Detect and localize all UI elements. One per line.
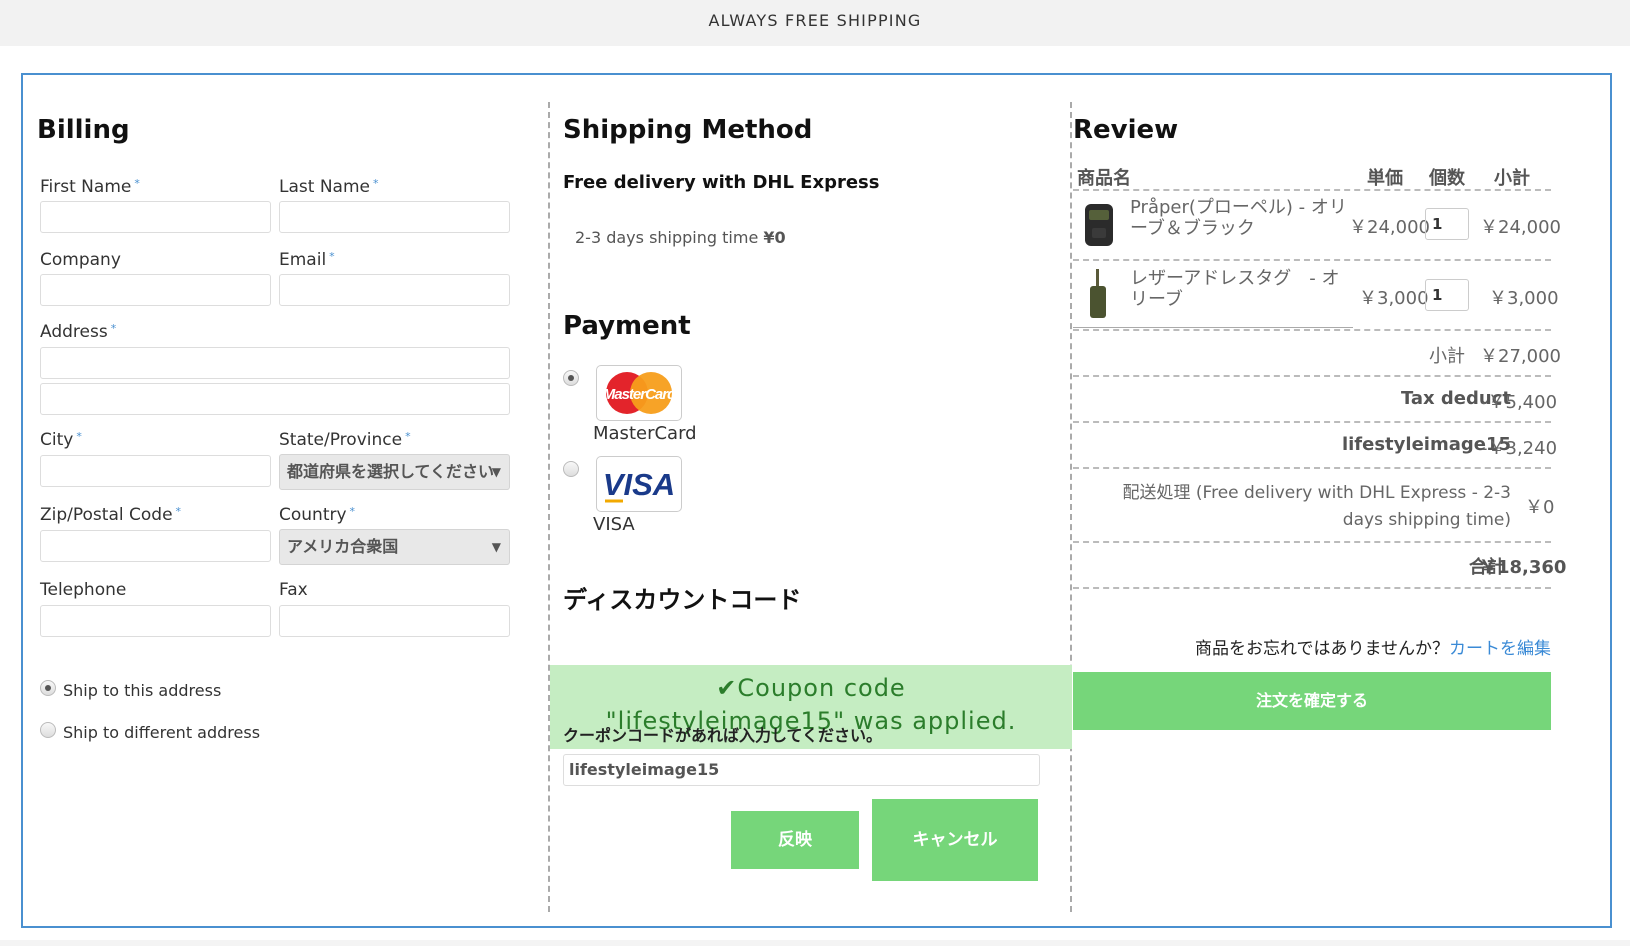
forgot-text: 商品をお忘れではありませんか？	[1195, 639, 1449, 659]
header-unit-price: 単価	[1367, 168, 1403, 189]
line-subtotal: ￥3,000	[1489, 288, 1559, 309]
state-select[interactable]: 都道府県を選択してください ▼	[279, 454, 510, 490]
first-name-input[interactable]	[40, 201, 271, 233]
visa-label: VISA	[593, 514, 635, 535]
quantity-input[interactable]: 1	[1425, 208, 1469, 240]
svg-text:VISA: VISA	[603, 467, 675, 502]
subtotal-label: 小計	[1429, 346, 1465, 367]
first-name-label: First Name *	[40, 177, 140, 197]
quantity-input[interactable]: 1	[1425, 279, 1469, 311]
last-name-input[interactable]	[279, 201, 510, 233]
ship-different-radio[interactable]	[40, 722, 56, 738]
total-value: ￥18,360	[1479, 557, 1567, 578]
country-select[interactable]: アメリカ合衆国 ▼	[279, 529, 510, 565]
backpack-thumbnail	[1085, 204, 1113, 246]
visa-radio[interactable]	[563, 461, 579, 477]
chevron-down-icon: ▼	[491, 465, 501, 479]
edit-cart-link[interactable]: カートを編集	[1449, 639, 1551, 659]
cancel-coupon-button[interactable]: キャンセル	[872, 799, 1038, 881]
line-subtotal: ￥24,000	[1480, 217, 1561, 238]
ship-same-radio[interactable]	[40, 680, 56, 696]
unit-price: ￥24,000	[1349, 217, 1430, 238]
mastercard-logo[interactable]: MasterCard	[596, 365, 682, 421]
unit-price: ￥3,000	[1359, 288, 1429, 309]
address-line1-input[interactable]	[40, 347, 510, 379]
subtotal-value: ￥27,000	[1480, 346, 1561, 367]
shipping-payment-section: Shipping Method Free delivery with DHL E…	[548, 102, 1072, 912]
country-label: Country *	[279, 505, 356, 525]
address-label: Address *	[40, 322, 117, 342]
coupon-value: -￥3,240	[1481, 438, 1558, 459]
header-quantity: 個数	[1429, 168, 1465, 189]
review-section: Review 商品名 単価 個数 小計 Pråper(プローペル) - オリ ーブ…	[1073, 102, 1613, 912]
email-input[interactable]	[279, 274, 510, 306]
telephone-label: Telephone	[40, 580, 127, 600]
divider	[1073, 587, 1551, 589]
tag-thumbnail	[1090, 269, 1106, 318]
coupon-code-input[interactable]: lifestyleimage15	[563, 754, 1040, 786]
visa-icon: VISA	[603, 467, 675, 503]
product-name: レザーアドレスタグ - オリーブ	[1130, 268, 1340, 310]
shipping-method-title: Shipping Method	[563, 115, 813, 145]
divider	[1073, 541, 1551, 543]
company-label: Company	[40, 250, 121, 270]
divider	[1073, 189, 1551, 191]
mastercard-radio[interactable]	[563, 370, 579, 386]
email-label: Email *	[279, 250, 335, 270]
divider	[1073, 421, 1551, 423]
telephone-input[interactable]	[40, 605, 271, 637]
country-select-value: アメリカ合衆国	[287, 537, 399, 556]
zip-input[interactable]	[40, 530, 271, 562]
state-label: State/Province *	[279, 430, 411, 450]
city-label: City *	[40, 430, 82, 450]
check-icon: ✔	[716, 674, 738, 702]
mastercard-label: MasterCard	[593, 423, 697, 444]
tax-value: -￥5,400	[1481, 392, 1558, 413]
payment-title: Payment	[563, 311, 691, 341]
shipping-detail: 2-3 days shipping time ¥0	[575, 228, 786, 247]
shipping-method-name: Free delivery with DHL Express	[563, 172, 880, 193]
apply-coupon-button[interactable]: 反映	[731, 811, 859, 869]
discount-title: ディスカウントコード	[563, 586, 802, 614]
review-title: Review	[1073, 115, 1179, 145]
company-input[interactable]	[40, 274, 271, 306]
mastercard-icon: MasterCard	[603, 372, 678, 414]
address-line2-input[interactable]	[40, 383, 510, 415]
product-name: Pråper(プローペル) - オリ ーブ＆ブラック	[1130, 197, 1347, 239]
fax-input[interactable]	[279, 605, 510, 637]
divider	[1073, 375, 1551, 377]
header-subtotal: 小計	[1494, 168, 1530, 189]
shipping-line-value: ￥0	[1525, 497, 1555, 518]
ship-same-label[interactable]: Ship to this address	[63, 681, 221, 700]
last-name-label: Last Name *	[279, 177, 379, 197]
state-select-value: 都道府県を選択してください	[287, 462, 495, 481]
checkout-panel: Billing First Name * Last Name * Company E…	[21, 73, 1612, 928]
free-shipping-banner: ALWAYS FREE SHIPPING	[0, 0, 1630, 46]
svg-text:MasterCard: MasterCard	[603, 386, 677, 403]
coupon-prompt: クーポンコードがあれば入力してください。	[563, 726, 883, 745]
shipping-line-label: 配送処理 (Free delivery with DHL Express - 2…	[1122, 483, 1512, 530]
ship-different-label[interactable]: Ship to different address	[63, 723, 260, 742]
divider	[1073, 259, 1551, 261]
fax-label: Fax	[279, 580, 308, 600]
chevron-down-icon: ▼	[491, 540, 501, 554]
banner-text: ALWAYS FREE SHIPPING	[708, 11, 922, 30]
city-input[interactable]	[40, 455, 271, 487]
footer-strip	[0, 940, 1630, 946]
divider	[1073, 327, 1353, 328]
billing-title: Billing	[37, 115, 130, 145]
header-product-name: 商品名	[1077, 168, 1131, 189]
billing-section: Billing First Name * Last Name * Company E…	[37, 102, 539, 912]
forgot-items-note: 商品をお忘れではありませんか？カートを編集	[1195, 634, 1551, 659]
confirm-order-button[interactable]: 注文を確定する	[1073, 672, 1551, 730]
divider	[1073, 467, 1551, 469]
visa-logo[interactable]: VISA	[596, 456, 682, 512]
divider	[1073, 329, 1551, 331]
zip-label: Zip/Postal Code *	[40, 505, 182, 525]
